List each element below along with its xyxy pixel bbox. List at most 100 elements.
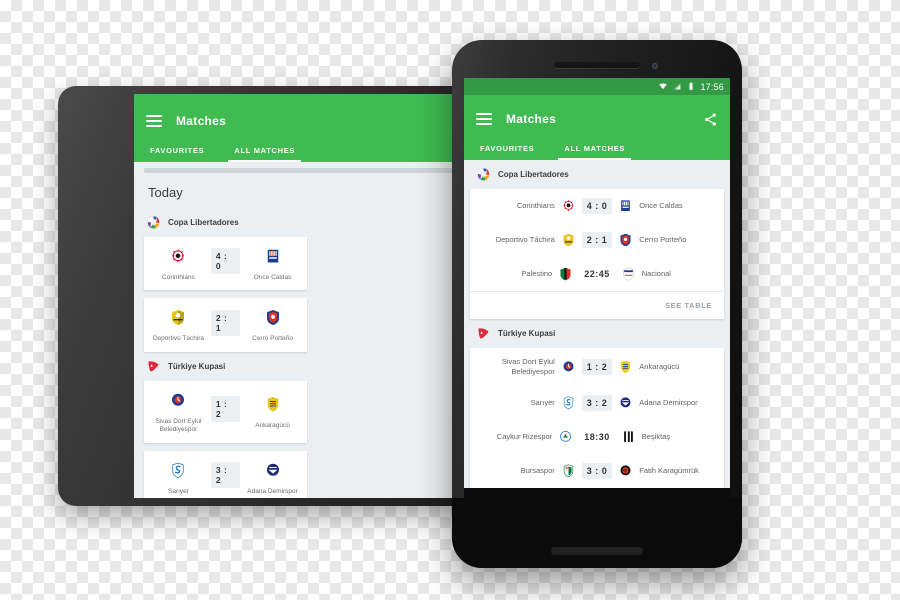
away-team-name: Once Caldas: [253, 274, 292, 281]
match-card[interactable]: Sivas Dort Eylul Belediyespor 1 : 2 Anka…: [144, 380, 307, 443]
adana-demirspor-crest-icon: [266, 463, 279, 476]
home-team: Corinthians: [150, 247, 207, 282]
tablet-app-bar: Matches FAVOURITES ALL MATCHES: [134, 94, 470, 162]
match-row[interactable]: Deportivo Táchira 2 : 1 Cerro Porteño: [470, 223, 724, 257]
page-title: Matches: [506, 112, 557, 126]
ankaragucu-crest-icon: [267, 397, 278, 412]
corinthians-crest-icon: [563, 200, 574, 211]
hamburger-icon[interactable]: [476, 113, 492, 125]
tablet-device: Matches FAVOURITES ALL MATCHES Today Cop…: [58, 86, 470, 506]
match-score: 4 : 0: [581, 198, 613, 214]
earpiece-speaker: [554, 62, 640, 68]
home-team-name: Sivas Dort Eylul Belediyespor: [501, 357, 555, 377]
league-header-copa-libertadores[interactable]: Copa Libertadores: [464, 160, 730, 189]
match-card[interactable]: Sarıyer 3 : 2 Adana Demirspor: [144, 450, 307, 498]
page-title: Matches: [176, 114, 227, 128]
phone-tab-bar: FAVOURITES ALL MATCHES: [476, 133, 718, 160]
tab-favourites[interactable]: FAVOURITES: [148, 143, 206, 162]
away-team-name: Fatih Karagümrük: [639, 466, 699, 476]
share-icon[interactable]: [703, 112, 718, 127]
copa-libertadores-badge: [476, 167, 491, 182]
caykur-rizespor-crest-icon: [560, 431, 572, 442]
phone-front-camera-icon: [652, 63, 658, 69]
day-heading: Today: [148, 185, 183, 200]
away-team-name: Nacional: [641, 268, 671, 278]
deportivo-tachira-crest-icon: [563, 233, 574, 247]
tab-favourites[interactable]: FAVOURITES: [478, 141, 536, 160]
palestino-crest-icon: [560, 267, 571, 281]
match-row[interactable]: Corinthians 4 : 0 Once Caldas: [470, 189, 724, 223]
match-score: 1 : 2: [210, 396, 241, 423]
home-team-name: Sarıyer: [530, 398, 555, 408]
fatih-karagumruk-crest-icon: [620, 465, 631, 476]
league-name: Copa Libertadores: [168, 218, 239, 227]
home-team: Sivas Dort Eylul Belediyespor: [150, 391, 207, 435]
match-card[interactable]: Deportivo Táchira 2 : 1 Cerro Porteño: [144, 298, 307, 352]
match-row[interactable]: Caykur Rizespor 18:30 Beşiktaş: [470, 420, 724, 454]
adana-demirspor-crest-icon: [620, 397, 631, 408]
turkiye-kupasi-badge: [148, 361, 159, 372]
away-team-name: Ankaragücü: [255, 422, 290, 430]
match-time: 22:45: [584, 269, 610, 279]
sariyer-crest-icon: [563, 396, 573, 410]
away-team-name: Adana Demirspor: [247, 487, 298, 495]
battery-icon: [689, 82, 693, 90]
match-card[interactable]: Corinthians 4 : 0 Once Caldas: [144, 237, 307, 291]
match-score: 3 : 2: [210, 461, 241, 488]
away-team-name: Cerro Porteño: [252, 335, 293, 343]
home-team-name: Deportivo Táchira: [495, 234, 555, 244]
once-caldas-crest-icon: [267, 249, 278, 263]
match-row[interactable]: Bursaspor 3 : 0 Fatih Karagümrük: [470, 454, 724, 488]
match-score: 2 : 1: [210, 309, 241, 336]
phone-app-bar: Matches FAVOURITES ALL MATCHES: [464, 95, 730, 160]
deportivo-tachira-crest-icon: [172, 310, 185, 326]
sivas-dort-eylul-crest-icon: [172, 393, 185, 406]
match-time: 18:30: [584, 432, 610, 443]
wifi-icon: [659, 83, 668, 90]
match-row[interactable]: Palestino 22:45 Nacional: [470, 257, 724, 291]
phone-chin: [452, 498, 742, 568]
sivas-dort-eylul-crest-icon: [563, 361, 574, 372]
tablet-screen: Matches FAVOURITES ALL MATCHES Today Cop…: [134, 94, 470, 498]
away-team-name: Cerro Porteño: [639, 234, 687, 244]
copa-libertadores-badge: [146, 215, 161, 230]
league-card-copa-libertadores: Corinthians 4 : 0 Once Caldas Deportivo …: [470, 189, 724, 319]
home-team-name: Caykur Rizespor: [496, 432, 553, 442]
besiktas-crest-icon: [623, 431, 633, 443]
tablet-match-grid-2: Sivas Dort Eylul Belediyespor 1 : 2 Anka…: [134, 380, 470, 498]
hamburger-icon[interactable]: [146, 115, 162, 127]
tab-all-matches[interactable]: ALL MATCHES: [558, 141, 631, 160]
league-header-turkiye-kupasi[interactable]: Türkiye Kupasi: [464, 319, 730, 348]
cerro-porteno-crest-icon: [266, 310, 279, 326]
match-row[interactable]: Sivas Dort Eylul Belediyespor 1 : 2 Anka…: [470, 348, 724, 386]
signal-icon: [674, 83, 681, 90]
league-card-turkiye-kupasi: Sivas Dort Eylul Belediyespor 1 : 2 Anka…: [470, 348, 724, 489]
away-team-name: Adana Demirspor: [639, 398, 698, 408]
away-team-name: Ankaragücü: [639, 362, 680, 372]
away-team: Once Caldas: [244, 247, 301, 282]
away-team: Cerro Porteño: [244, 308, 301, 343]
match-score: 4 : 0: [210, 248, 241, 275]
home-team-name: Sivas Dort Eylul Belediyespor: [155, 417, 202, 434]
ankaragucu-crest-icon: [621, 360, 631, 374]
home-team: Deportivo Táchira: [150, 308, 207, 343]
home-team-name: Corinthians: [162, 274, 195, 281]
phone-device: 17:56 Matches FAVOURITES ALL MATCHES Cop…: [452, 40, 742, 568]
match-row[interactable]: Sarıyer 3 : 2 Adana Demirspor: [470, 386, 724, 420]
tablet-match-grid-1: Corinthians 4 : 0 Once Caldas Deportivo …: [134, 237, 470, 352]
phone-navigation-bar: [464, 488, 730, 498]
tab-all-matches[interactable]: ALL MATCHES: [228, 143, 301, 162]
nacional-crest-icon: [623, 267, 634, 281]
match-score: 3 : 0: [581, 463, 613, 480]
match-score: 2 : 1: [581, 232, 613, 248]
away-team: Ankaragücü: [244, 395, 301, 430]
see-table-link[interactable]: SEE TABLE: [470, 291, 724, 319]
home-team-name: Bursaspor: [520, 466, 555, 476]
screenshot-scene: Matches FAVOURITES ALL MATCHES Today Cop…: [0, 0, 900, 600]
league-header-turkiye-kupasi[interactable]: Türkiye Kupasi: [134, 352, 470, 381]
once-caldas-crest-icon: [621, 200, 631, 211]
turkiye-kupasi-badge: [478, 328, 489, 339]
match-score: 1 : 2: [581, 359, 613, 376]
league-name: Türkiye Kupasi: [498, 329, 556, 338]
league-header-copa-libertadores[interactable]: Copa Libertadores: [134, 208, 470, 237]
